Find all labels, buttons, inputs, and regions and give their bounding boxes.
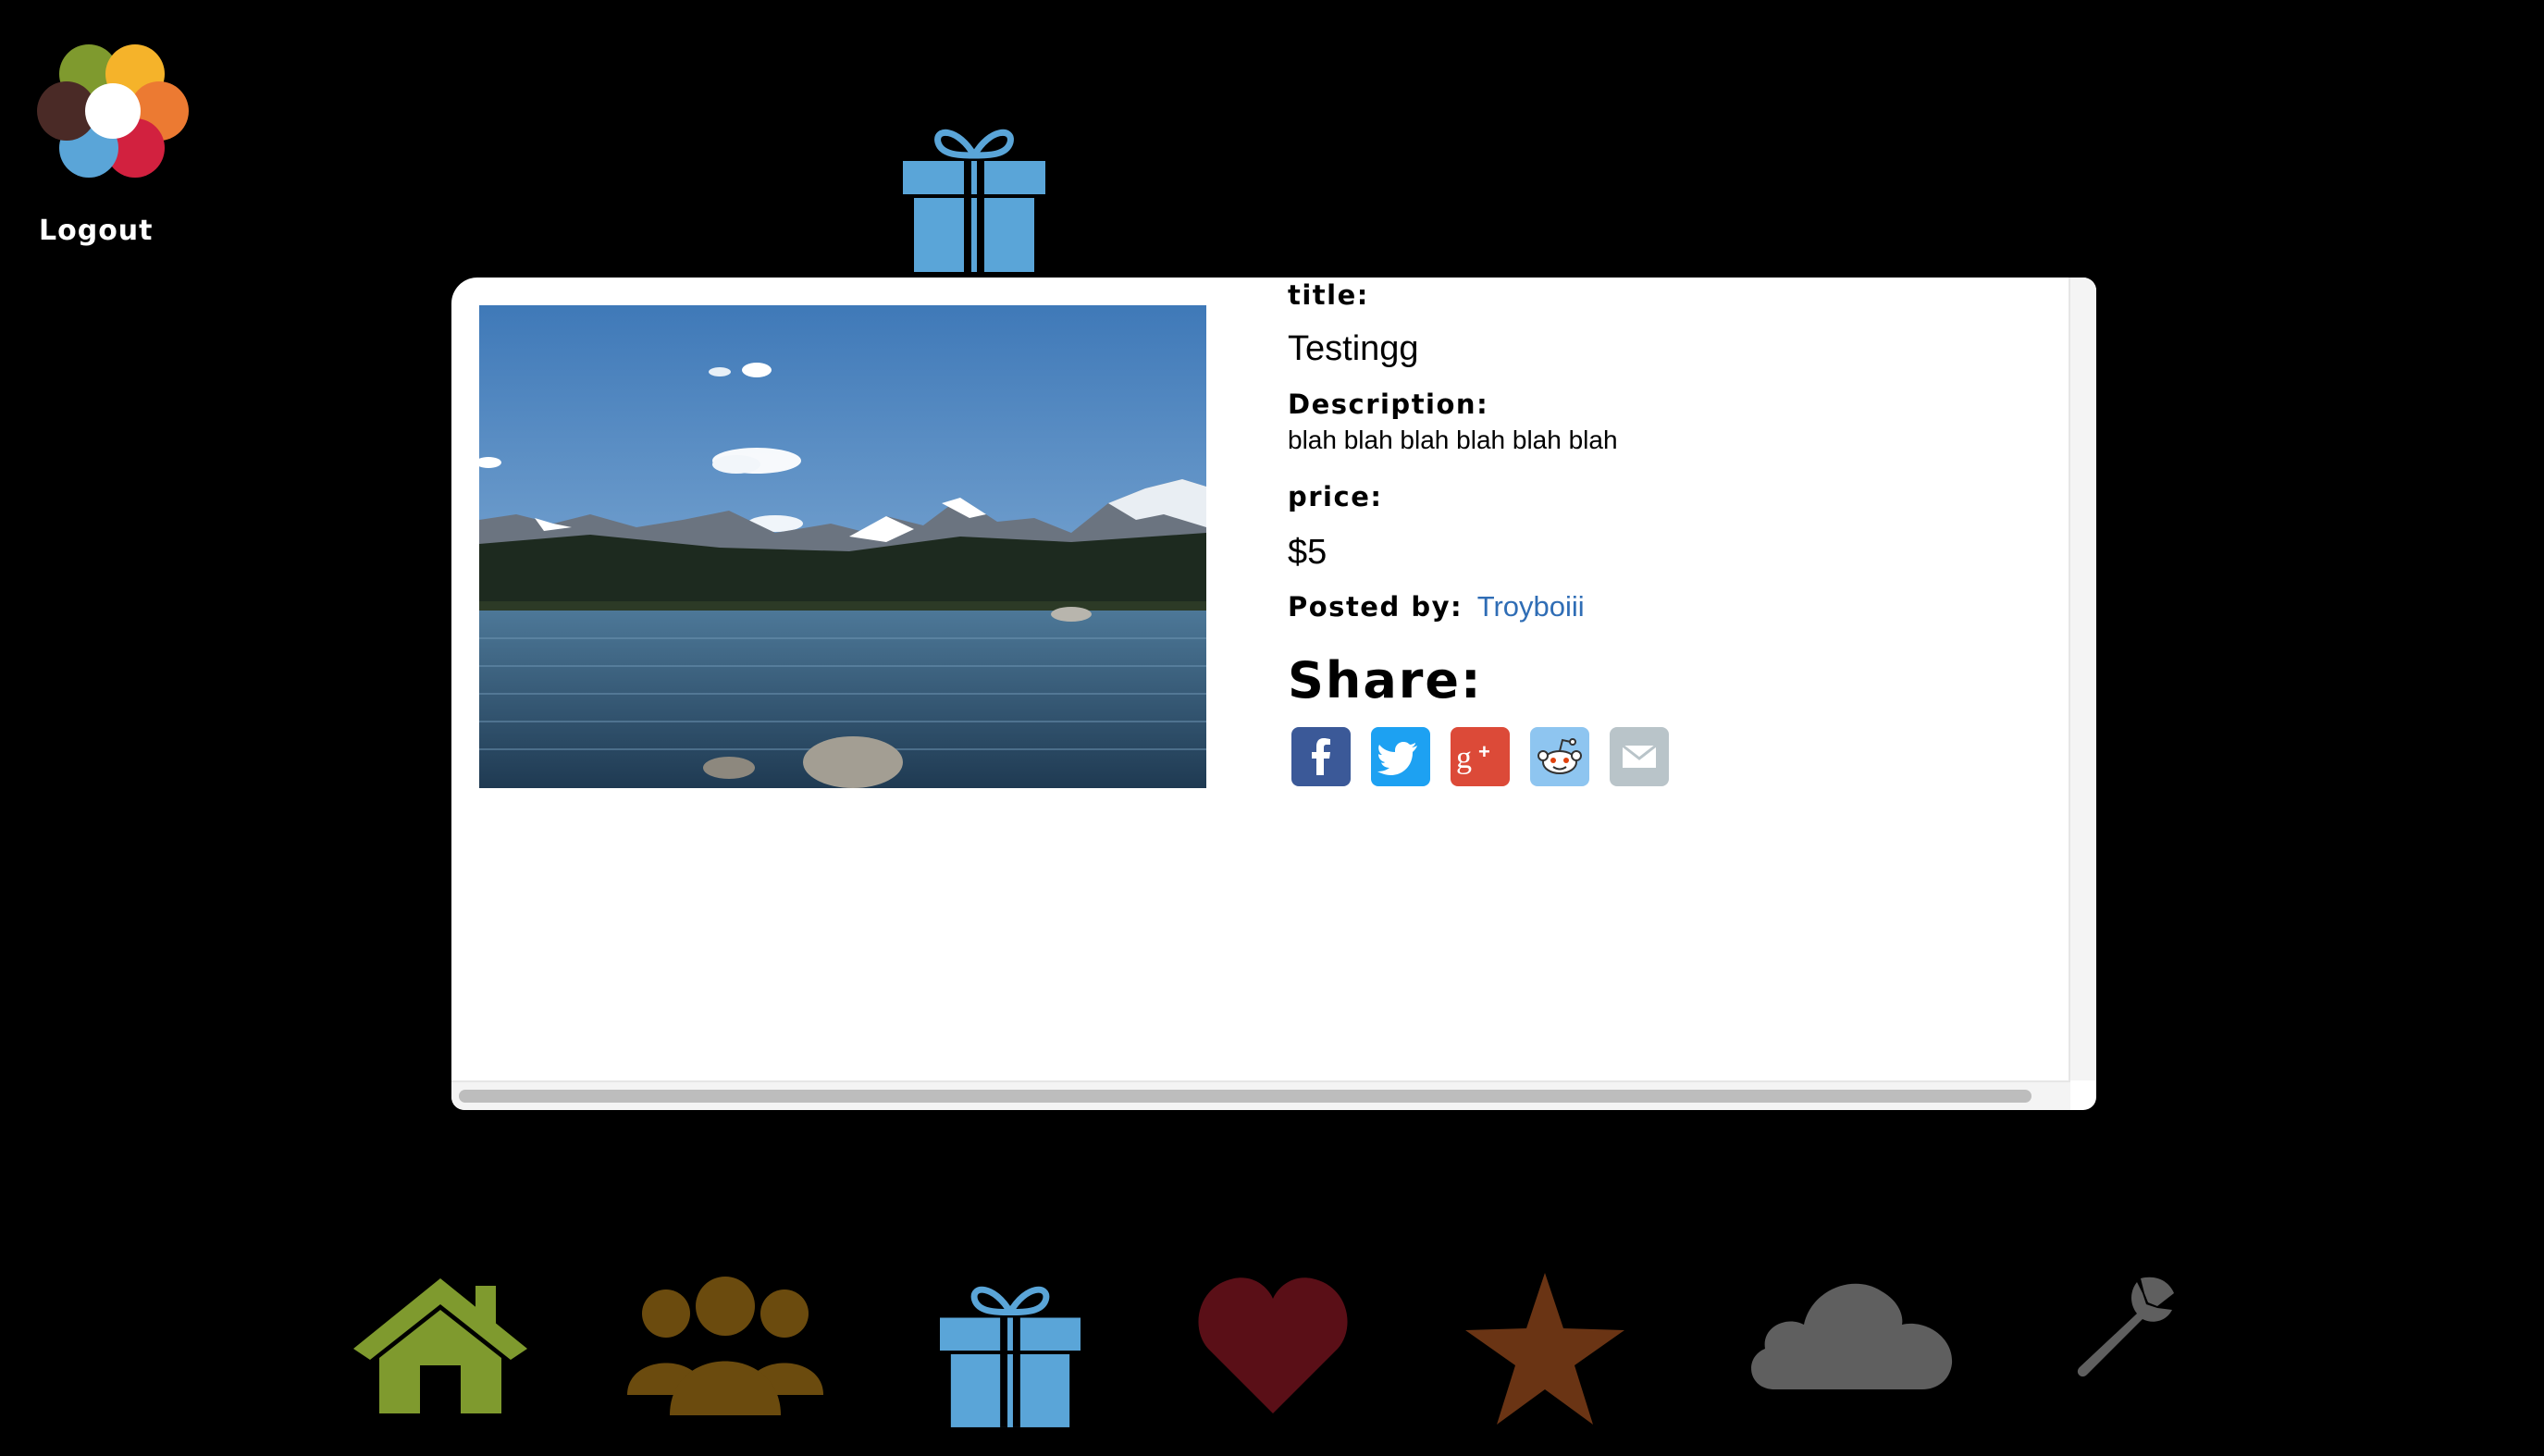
cloud-icon[interactable] — [1743, 1273, 1954, 1389]
price-label: price: — [1288, 481, 1383, 512]
item-photo — [479, 305, 1206, 788]
gift-icon — [903, 129, 1045, 272]
gifts-nav-icon[interactable] — [940, 1277, 1081, 1430]
star-icon[interactable] — [1465, 1273, 1624, 1425]
share-heading: Share: — [1288, 651, 1483, 709]
flower-logo-icon[interactable] — [37, 41, 189, 181]
poster-username-link[interactable]: Troyboiii — [1477, 590, 1585, 623]
svg-text:g: g — [1456, 741, 1472, 775]
home-icon[interactable] — [353, 1273, 527, 1413]
posted-by-label: Posted by: — [1288, 591, 1463, 623]
reddit-share-button[interactable] — [1530, 727, 1589, 786]
people-icon[interactable] — [627, 1275, 823, 1415]
title-label: title: — [1288, 279, 1369, 311]
facebook-icon — [1312, 738, 1330, 775]
twitter-icon — [1377, 742, 1417, 775]
horizontal-scrollbar[interactable] — [451, 1080, 2070, 1110]
posted-by-row: Posted by: Troyboiii — [1288, 590, 1585, 623]
twitter-share-button[interactable] — [1371, 727, 1430, 786]
share-buttons: g + — [1291, 727, 1669, 786]
wrench-icon[interactable] — [2072, 1275, 2176, 1378]
item-description: blah blah blah blah blah blah — [1288, 426, 1618, 454]
logout-link[interactable]: Logout — [39, 215, 154, 247]
heart-icon[interactable] — [1197, 1275, 1349, 1413]
vertical-scrollbar[interactable] — [2069, 278, 2096, 1080]
item-detail-panel: title: Testingg Description: blah blah b… — [451, 278, 2096, 1110]
google-plus-icon: g + — [1456, 740, 1490, 775]
horizontal-scrollbar-thumb[interactable] — [459, 1090, 2031, 1103]
reddit-icon — [1538, 738, 1582, 774]
email-icon — [1622, 744, 1657, 768]
item-title: Testingg — [1288, 329, 1419, 368]
email-share-button[interactable] — [1610, 727, 1669, 786]
item-price: $5 — [1288, 533, 1328, 572]
description-label: Description: — [1288, 389, 1489, 420]
facebook-share-button[interactable] — [1291, 727, 1351, 786]
svg-text:+: + — [1478, 740, 1490, 763]
google-plus-share-button[interactable]: g + — [1451, 727, 1510, 786]
